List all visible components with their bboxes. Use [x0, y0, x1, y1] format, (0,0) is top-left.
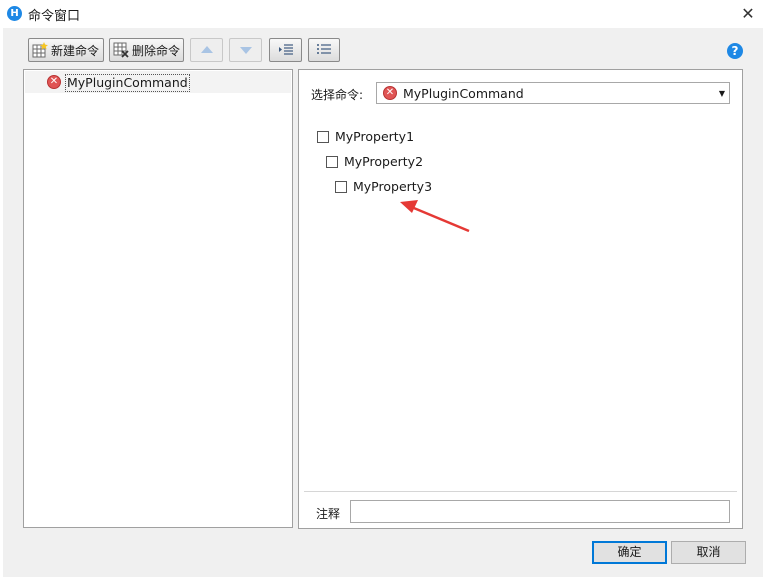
- property-row[interactable]: MyProperty1: [317, 129, 414, 144]
- property-checkbox[interactable]: [326, 155, 338, 168]
- new-table-icon: [32, 42, 48, 58]
- indent-icon: [278, 44, 293, 55]
- ok-button[interactable]: 确定: [592, 541, 667, 564]
- outdent-button[interactable]: [308, 38, 340, 62]
- delete-table-icon: [113, 42, 129, 58]
- error-icon: ✕: [47, 75, 61, 89]
- triangle-up-icon: [200, 46, 213, 53]
- annotation-arrow: [400, 200, 470, 233]
- delete-command-label: 删除命令: [132, 43, 181, 58]
- property-label: MyProperty3: [353, 179, 433, 194]
- property-label: MyProperty2: [344, 154, 424, 169]
- close-icon[interactable]: ✕: [738, 4, 758, 24]
- help-icon[interactable]: ?: [727, 43, 743, 59]
- error-icon: ✕: [383, 86, 397, 100]
- property-row[interactable]: MyProperty3: [335, 179, 432, 194]
- cancel-button[interactable]: 取消: [671, 541, 746, 564]
- comment-input[interactable]: [350, 500, 730, 523]
- move-up-button[interactable]: [190, 38, 223, 62]
- command-select-value: MyPluginCommand: [403, 85, 524, 101]
- indent-button[interactable]: [269, 38, 302, 62]
- delete-command-button[interactable]: 删除命令: [109, 38, 184, 62]
- property-checkbox[interactable]: [317, 130, 329, 143]
- chevron-down-icon: ▼: [718, 88, 725, 98]
- window-title: 命令窗口: [28, 9, 81, 24]
- tree-item[interactable]: ✕ MyPluginCommand: [25, 71, 291, 93]
- divider: [304, 491, 737, 492]
- title-bar: H 命令窗口 ✕: [0, 0, 766, 28]
- new-command-label: 新建命令: [51, 43, 100, 58]
- outdent-icon: [317, 44, 331, 54]
- select-command-label: 选择命令:: [311, 88, 364, 102]
- tree-item-label[interactable]: MyPluginCommand: [65, 74, 190, 92]
- new-command-button[interactable]: 新建命令: [28, 38, 104, 62]
- property-checkbox[interactable]: [335, 180, 347, 193]
- property-label: MyProperty1: [335, 129, 415, 144]
- app-icon: H: [7, 6, 22, 21]
- property-row[interactable]: MyProperty2: [326, 154, 423, 169]
- triangle-down-icon: [239, 47, 252, 54]
- comment-label: 注释: [316, 507, 341, 521]
- move-down-button[interactable]: [229, 38, 262, 62]
- command-tree: ✕ MyPluginCommand: [23, 69, 293, 528]
- command-select[interactable]: ✕ MyPluginCommand ▼: [376, 82, 730, 104]
